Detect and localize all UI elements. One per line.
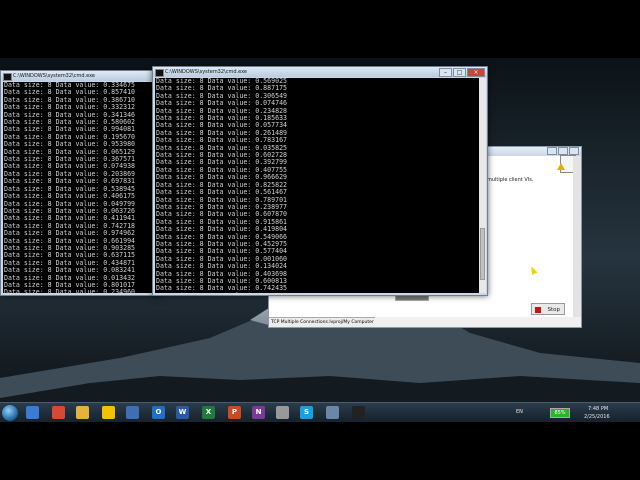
labview-scrollbar[interactable]	[573, 156, 581, 317]
cmd-icon	[3, 73, 12, 81]
right-console-scrollbar[interactable]	[479, 78, 486, 293]
scrollbar-thumb[interactable]	[480, 228, 485, 280]
excel-icon[interactable]: X	[202, 406, 215, 419]
windows-explorer-icon[interactable]	[26, 406, 39, 419]
window-controls: – □ ×	[439, 68, 485, 77]
stop-icon	[535, 307, 541, 313]
clock-time[interactable]: 7:48 PM	[588, 406, 608, 412]
labview-hint-text: multiple client VIs.	[487, 177, 534, 183]
system-tray: EN 85% 7:48 PM 2/25/2016	[510, 403, 640, 423]
left-console-output[interactable]: Data size: 8 Data value: 0.334675 Data si…	[3, 82, 153, 293]
right-console-titlebar[interactable]: C:\WINDOWS\system32\cmd.exe – □ ×	[153, 67, 487, 77]
cmd-icon[interactable]	[352, 406, 365, 419]
stop-label: Stop	[547, 307, 560, 313]
start-button[interactable]	[2, 405, 18, 421]
left-console-window[interactable]: C:\WINDOWS\system32\cmd.exe Data size: 8…	[0, 70, 162, 296]
email-icon[interactable]	[326, 406, 339, 419]
taskbar: OWXPN S EN 85% 7:48 PM 2/25/2016	[0, 402, 640, 423]
maximize-button[interactable]: □	[453, 68, 466, 77]
close-button[interactable]: ×	[467, 68, 485, 77]
right-console-window[interactable]: C:\WINDOWS\system32\cmd.exe – □ × Data s…	[152, 66, 488, 296]
battery-icon[interactable]: 85%	[550, 408, 570, 418]
warning-icon[interactable]	[557, 163, 565, 170]
left-console-title: C:\WINDOWS\system32\cmd.exe	[13, 73, 95, 79]
chrome-icon[interactable]	[52, 406, 65, 419]
labview-status-bar: TCP Multiple Connections.lvproj/My Compu…	[269, 317, 375, 327]
console-line: Data size: 8 Data value: 0.234960	[4, 288, 136, 293]
letterbox-top	[0, 0, 640, 58]
right-console-title: C:\WINDOWS\system32\cmd.exe	[165, 69, 247, 75]
media-icon[interactable]	[126, 406, 139, 419]
stop-button[interactable]: Stop	[531, 303, 565, 315]
word-icon[interactable]: W	[176, 406, 189, 419]
language-indicator[interactable]: EN	[516, 409, 523, 415]
minimize-button[interactable]	[547, 147, 557, 155]
clock-date[interactable]: 2/25/2016	[584, 414, 610, 420]
close-button[interactable]	[569, 147, 579, 155]
letterbox-bottom	[0, 422, 640, 480]
file-icon[interactable]	[276, 406, 289, 419]
folder-icon[interactable]	[76, 406, 89, 419]
labview-icon[interactable]	[102, 406, 115, 419]
skype-icon[interactable]: S	[300, 406, 313, 419]
outlook-icon[interactable]: O	[152, 406, 165, 419]
left-console-titlebar[interactable]: C:\WINDOWS\system32\cmd.exe	[1, 71, 161, 81]
onenote-icon[interactable]: N	[252, 406, 265, 419]
right-console-output[interactable]: Data size: 8 Data value: 0.569025 Data si…	[155, 78, 479, 293]
maximize-button[interactable]	[558, 147, 568, 155]
powerpoint-icon[interactable]: P	[228, 406, 241, 419]
labview-window-controls	[547, 147, 579, 155]
cmd-icon	[155, 69, 164, 77]
minimize-button[interactable]: –	[439, 68, 452, 77]
